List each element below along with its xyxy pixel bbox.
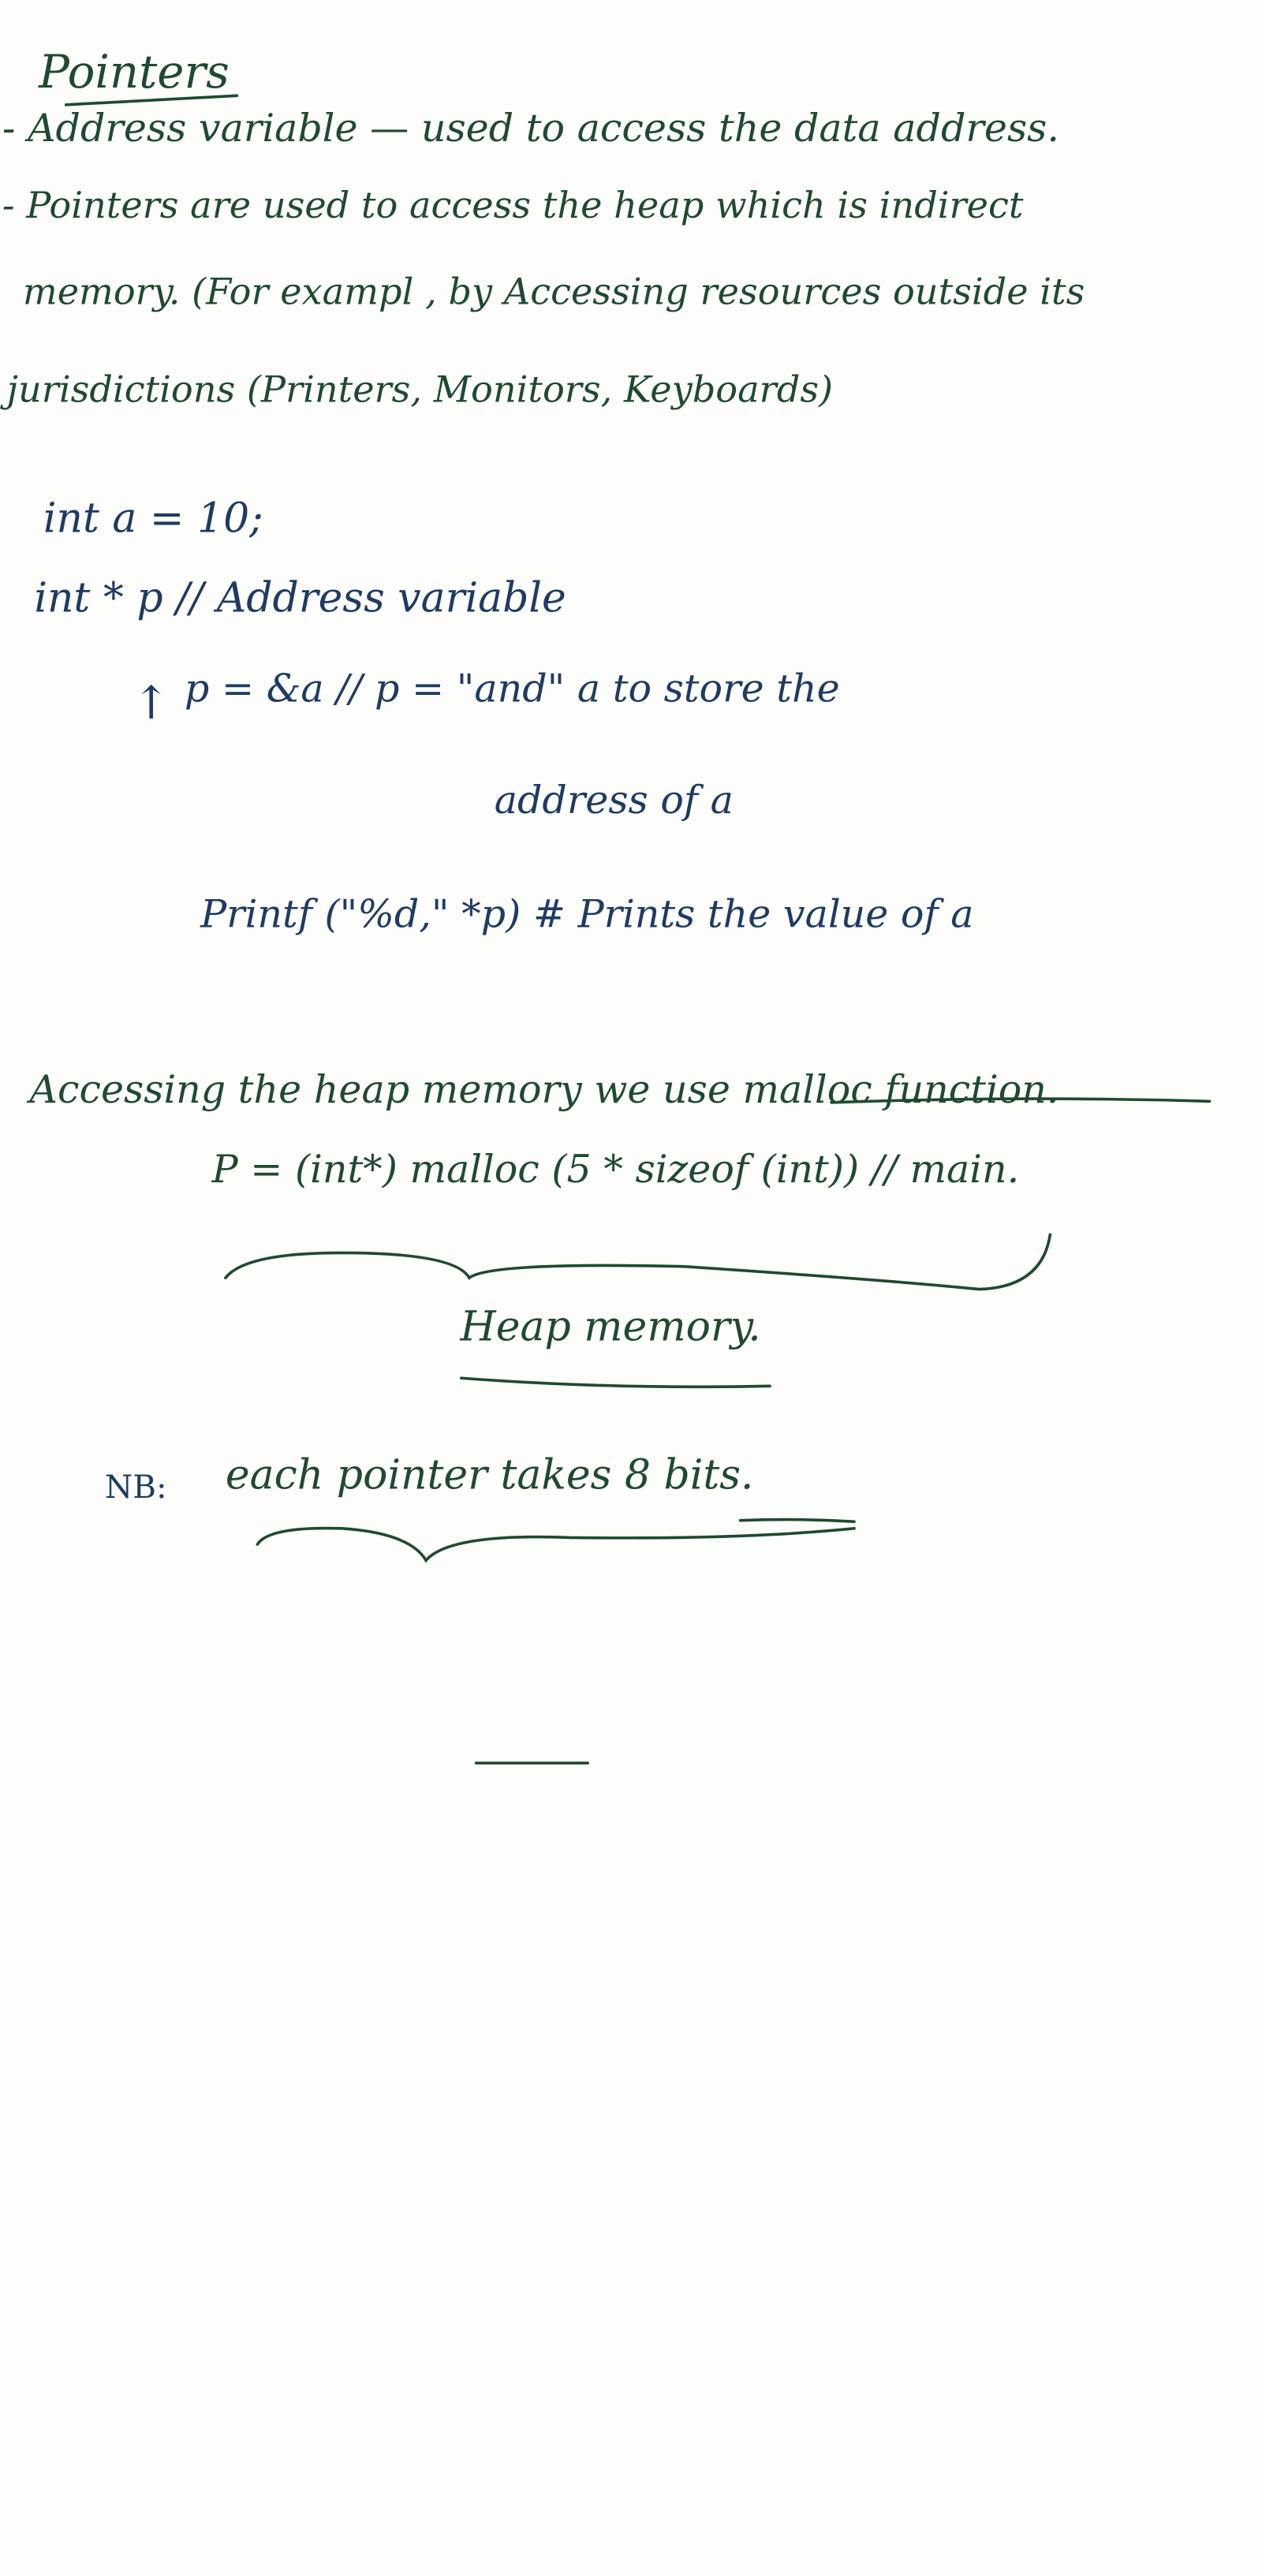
- heap-memory-brace: [224, 1233, 1052, 1291]
- intro-bullet-address-variable: - Address variable — used to access the …: [2, 106, 1059, 152]
- heap-memory-label: Heap memory.: [460, 1304, 761, 1351]
- code-line-int-a: int a = 10;: [43, 495, 263, 543]
- bits-underline: [738, 1518, 856, 1523]
- malloc-code-line: P = (int*) malloc (5 * sizeof (int)) // …: [211, 1147, 1020, 1193]
- pointer-size-note: each pointer takes 8 bits.: [225, 1452, 754, 1499]
- page-title: Pointers: [39, 47, 230, 99]
- code-line-printf: Printf ("%d," *p) # Prints the value of …: [200, 891, 974, 938]
- intro-bullet-pointers-line1: - Pointers are used to access the heap w…: [2, 183, 1024, 227]
- pointer-arrow-icon: ↑: [132, 678, 170, 730]
- heap-memory-underline: [460, 1376, 771, 1389]
- code-line-address-assignment-continued: address of a: [494, 778, 734, 824]
- code-line-address-assignment: p = &a // p = "and" a to store the: [184, 666, 840, 712]
- note-prefix: NB:: [104, 1468, 167, 1506]
- code-line-int-pointer: int * p // Address variable: [34, 575, 566, 622]
- heap-access-sentence: Accessing the heap memory we use malloc …: [29, 1067, 1059, 1113]
- intro-bullet-pointers-line2: memory. (For exampl , by Accessing resou…: [22, 270, 1085, 314]
- handwritten-note-page: Pointers - Address variable — used to ac…: [0, 0, 1262, 2576]
- intro-bullet-pointers-line3: jurisdictions (Printers, Monitors, Keybo…: [6, 368, 834, 412]
- pointer-note-brace: [256, 1526, 856, 1563]
